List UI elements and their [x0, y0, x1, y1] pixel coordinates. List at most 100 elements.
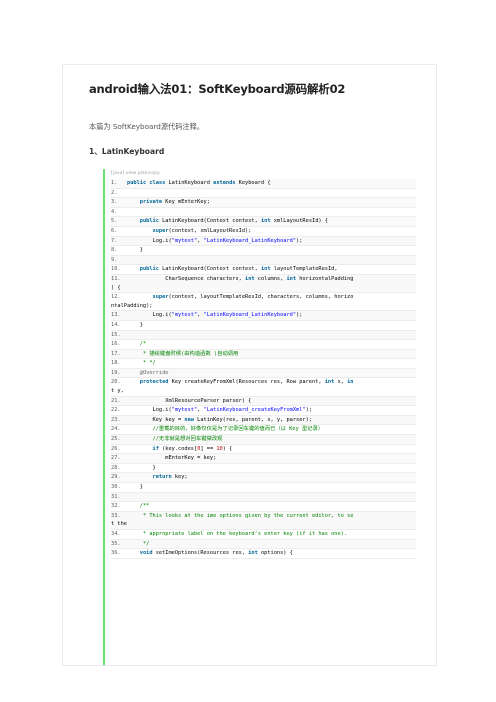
line-number: 7.: [111, 237, 118, 244]
code-toolbar-link[interactable]: [java] view plaincopy: [111, 171, 160, 176]
code-line: 34. * appropriate label on the keyboard'…: [111, 530, 416, 540]
line-number: 16.: [111, 341, 121, 348]
line-number: 4.: [111, 208, 118, 215]
code-line: 16. /*: [111, 340, 416, 350]
line-number: 33.: [111, 512, 121, 519]
code-line: 7. Log.i("mytest", "LatinKeyboard_LatinK…: [111, 236, 416, 247]
section-heading: 1、LatinKeyboard: [89, 147, 165, 156]
line-number: 20.: [111, 379, 121, 386]
code-block: [java] view plaincopy 1. public class Lat…: [103, 169, 421, 665]
code-line: 21. XmlResourceParser parser) {: [111, 396, 416, 407]
code-line: 4.: [111, 208, 416, 218]
line-number: 32.: [111, 503, 121, 510]
code-line: 2.: [111, 189, 416, 199]
code-text: Log.i("mytest", "LatinKeyboard_LatinKeyb…: [127, 312, 303, 319]
code-line: 19. @Override: [111, 368, 416, 379]
code-gutter-bar: [103, 169, 105, 665]
code-text: }: [127, 247, 143, 254]
code-text: /**: [139, 503, 150, 510]
code-line: 6. super(context, xmlLayoutResId);: [111, 227, 416, 237]
line-number: 31.: [111, 493, 121, 500]
code-text: /*: [139, 341, 147, 348]
code-text: XmlResourceParser parser) {: [127, 397, 252, 404]
code-lines: 1. public class LatinKeyboard extends Key…: [111, 179, 416, 559]
code-text: public LatinKeyboard(Context context, in…: [139, 218, 328, 225]
line-number: 2.: [111, 189, 118, 196]
code-wrap-continuation: t the: [111, 521, 127, 528]
line-number: 11.: [111, 275, 121, 282]
line-number: 3.: [111, 199, 118, 206]
line-number: 9.: [111, 256, 118, 263]
code-line: 12. super(context, layoutTemplateResId, …: [111, 293, 416, 312]
line-number: 18.: [111, 360, 121, 367]
code-text: //重载的目的，好像仅仅是为了记录回车键的值而已（以 Key 型记录）: [152, 426, 324, 433]
code-line: 31.: [111, 492, 416, 503]
code-text: protected Key createKeyFromXml(Resources…: [139, 379, 354, 386]
code-line: 24. //重载的目的，好像仅仅是为了记录回车键的值而已（以 Key 型记录）: [111, 425, 416, 436]
code-line: 15.: [111, 330, 416, 341]
code-line: 22. Log.i("mytest", "LatinKeyboard_creat…: [111, 406, 416, 416]
line-number: 28.: [111, 464, 121, 471]
line-number: 12.: [111, 294, 121, 301]
line-number: 24.: [111, 426, 121, 433]
line-number: 15.: [111, 331, 121, 338]
code-line: 32. /**: [111, 502, 416, 512]
line-number: 8.: [111, 247, 118, 254]
line-number: 30.: [111, 484, 121, 490]
code-text: private Key mEnterKey;: [139, 199, 210, 206]
code-line: 8. }: [111, 246, 416, 256]
code-line: 5. public LatinKeyboard(Context context,…: [111, 217, 416, 227]
code-text: }: [127, 321, 143, 328]
code-text: //无非就是想对回车键做改观: [152, 436, 223, 443]
line-number: 35.: [111, 540, 121, 547]
code-line: 1. public class LatinKeyboard extends Key…: [111, 179, 416, 189]
code-line: 11. CharSequence characters, int columns…: [111, 274, 416, 294]
code-line: 29. return key;: [111, 473, 416, 483]
code-line: 18. * */: [111, 359, 416, 369]
code-line: 28. }: [111, 464, 416, 474]
line-number: 19.: [111, 369, 121, 376]
code-text: * 描绘键盘时候(由构造函数 )自动调用: [127, 350, 239, 357]
code-text: super(context, xmlLayoutResId);: [152, 227, 252, 234]
code-line: 14. }: [111, 321, 416, 331]
line-number: 36.: [111, 550, 121, 557]
code-line: 33. * This looks at the ime options give…: [111, 511, 416, 530]
code-text: Log.i("mytest", "LatinKeyboard_createKey…: [127, 407, 313, 414]
line-number: 1.: [111, 180, 118, 186]
code-line: 9.: [111, 255, 416, 266]
code-text: mEnterKey = key;: [127, 455, 217, 462]
code-text: public LatinKeyboard(Context context, in…: [139, 266, 338, 273]
document-page: android输入法01：SoftKeyboard源码解析02 本篇为 Soft…: [62, 64, 437, 666]
line-number: 14.: [111, 321, 121, 328]
line-number: 26.: [111, 445, 121, 452]
code-text: }: [127, 464, 156, 471]
code-text: super(context, layoutTemplateResId, char…: [152, 294, 354, 301]
code-text: * This looks at the ime options given by…: [127, 512, 354, 519]
code-line: 3. private Key mEnterKey;: [111, 198, 416, 208]
code-line: 30. }: [111, 483, 416, 493]
code-wrap-continuation: ntalPadding);: [111, 302, 153, 309]
code-wrap-continuation: ) {: [111, 284, 121, 291]
code-text: Log.i("mytest", "LatinKeyboard_LatinKeyb…: [127, 237, 303, 244]
line-number: 34.: [111, 530, 121, 537]
code-line: 17. * 描绘键盘时候(由构造函数 )自动调用: [111, 349, 416, 360]
code-line: 27. mEnterKey = key;: [111, 454, 416, 464]
line-number: 5.: [111, 218, 118, 225]
line-number: 13.: [111, 312, 121, 319]
code-line: 35. */: [111, 539, 416, 550]
line-number: 25.: [111, 436, 121, 443]
code-line: 10. public LatinKeyboard(Context context…: [111, 265, 416, 275]
line-number: 17.: [111, 350, 121, 357]
line-number: 22.: [111, 407, 121, 414]
line-number: 21.: [111, 397, 121, 404]
intro-text: 本篇为 SoftKeyboard源代码注释。: [89, 122, 204, 131]
code-line: 25. //无非就是想对回车键做改观: [111, 435, 416, 445]
code-line: 36. void setImeOptions(Resources res, in…: [111, 549, 416, 559]
code-line: 13. Log.i("mytest", "LatinKeyboard_Latin…: [111, 311, 416, 321]
code-text: @Override: [139, 369, 169, 376]
line-number: 10.: [111, 266, 121, 273]
line-number: 23.: [111, 416, 121, 423]
code-text: return key;: [152, 474, 188, 481]
code-text: if (key.codes[0] == 10) {: [152, 445, 233, 452]
page-title: android输入法01：SoftKeyboard源码解析02: [89, 82, 346, 96]
